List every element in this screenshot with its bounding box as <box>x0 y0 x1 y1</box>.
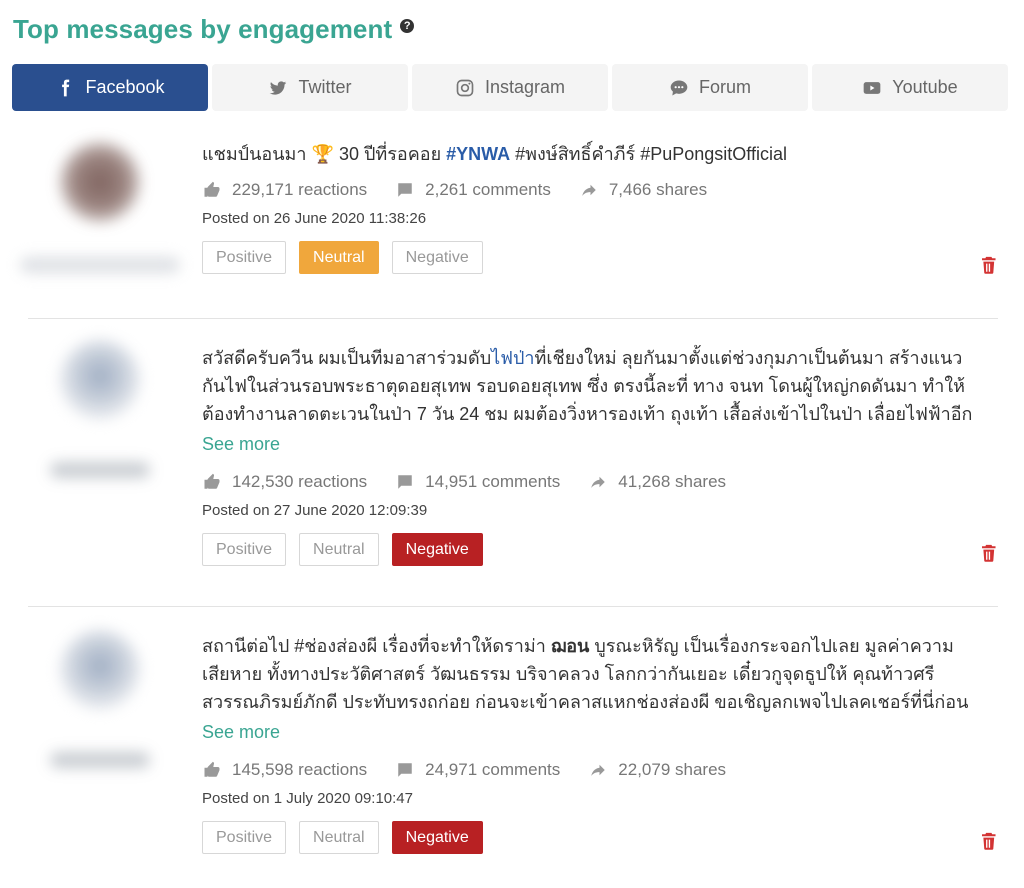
help-icon[interactable]: ? <box>400 18 415 33</box>
tab-twitter[interactable]: Twitter <box>212 64 408 111</box>
hashtag-link[interactable]: ไฟป่า <box>491 348 534 368</box>
comments-count: 2,261 comments <box>425 180 551 199</box>
share-arrow-icon <box>582 184 596 196</box>
author-avatar[interactable] <box>40 340 160 478</box>
sentiment-buttons: Positive Neutral Negative <box>202 533 1012 566</box>
post-content: สถานีต่อไป #ช่องส่องผี เรื่องที่จะทำให้ด… <box>202 632 1012 854</box>
posted-date: Posted on 27 June 2020 12:09:39 <box>202 502 428 519</box>
post-divider <box>28 318 998 319</box>
tab-youtube[interactable]: Youtube <box>812 64 1008 111</box>
post-text: สวัสดีครับควีน ผมเป็นทีมอาสาร่วมดับไฟป่า… <box>202 348 973 424</box>
trash-icon[interactable] <box>980 256 998 276</box>
youtube-icon <box>863 81 881 94</box>
comment-icon <box>398 183 412 197</box>
shares-count: 22,079 shares <box>618 760 727 779</box>
sentiment-buttons: Positive Neutral Negative <box>202 821 1012 854</box>
reactions-count: 229,171 reactions <box>232 180 368 199</box>
section-title: Top messages by engagement ? <box>13 14 415 45</box>
tab-instagram[interactable]: Instagram <box>412 64 608 111</box>
negative-button[interactable]: Negative <box>391 241 483 274</box>
neutral-button[interactable]: Neutral <box>299 533 379 566</box>
posted-date: Posted on 1 July 2020 09:10:47 <box>202 790 413 807</box>
tab-label: Instagram <box>484 77 566 97</box>
hashtag-link[interactable]: #YNWA <box>446 144 510 164</box>
engagement-stats: 142,530 reactions 14,951 comments 41,268… <box>202 472 1012 492</box>
see-more-link[interactable]: See more <box>202 718 1012 746</box>
platform-tabs: Facebook Twitter Instagram Forum Youtube <box>12 64 1008 111</box>
facebook-icon <box>62 79 70 96</box>
comment-icon <box>398 475 412 489</box>
positive-button[interactable]: Positive <box>202 821 287 854</box>
trash-icon[interactable] <box>980 832 998 852</box>
section-title-text: Top messages by engagement <box>13 14 393 44</box>
post-content: สวัสดีครับควีน ผมเป็นทีมอาสาร่วมดับไฟป่า… <box>202 344 1012 566</box>
comments-count: 24,971 comments <box>425 760 561 779</box>
engagement-stats: 229,171 reactions 2,261 comments 7,466 s… <box>202 180 1012 200</box>
thumbs-up-icon <box>204 181 220 197</box>
neutral-button[interactable]: Neutral <box>299 241 379 274</box>
post-text: สถานีต่อไป #ช่องส่องผี เรื่องที่จะทำให้ด… <box>202 636 969 712</box>
tab-facebook[interactable]: Facebook <box>12 64 208 111</box>
negative-button[interactable]: Negative <box>391 533 483 566</box>
positive-button[interactable]: Positive <box>202 533 287 566</box>
positive-button[interactable]: Positive <box>202 241 287 274</box>
tab-forum[interactable]: Forum <box>612 64 808 111</box>
tab-label: Facebook <box>85 77 165 97</box>
reactions-count: 142,530 reactions <box>232 472 368 491</box>
shares-count: 7,466 shares <box>608 180 708 199</box>
post-divider <box>28 606 998 607</box>
post-text: แชมป์นอนมา 🏆 30 ปีที่รอคอย #YNWA #พงษ์สิ… <box>202 144 787 164</box>
sentiment-buttons: Positive Neutral Negative <box>202 241 1012 274</box>
trophy-emoji: 🏆 <box>311 144 334 164</box>
posted-date: Posted on 26 June 2020 11:38:26 <box>202 210 427 227</box>
comment-icon <box>398 763 412 777</box>
thumbs-up-icon <box>204 473 220 489</box>
tab-label: Twitter <box>298 77 352 97</box>
chat-bubble-icon <box>670 80 688 95</box>
tab-label: Forum <box>698 77 751 97</box>
shares-count: 41,268 shares <box>618 472 727 491</box>
neutral-button[interactable]: Neutral <box>299 821 379 854</box>
twitter-icon <box>270 80 287 95</box>
share-arrow-icon <box>591 764 606 776</box>
author-avatar[interactable] <box>40 630 160 768</box>
tab-label: Youtube <box>892 77 958 97</box>
reactions-count: 145,598 reactions <box>232 760 368 779</box>
thumbs-up-icon <box>204 761 220 777</box>
share-arrow-icon <box>591 476 606 488</box>
author-avatar[interactable] <box>20 142 180 273</box>
trash-icon[interactable] <box>980 544 998 564</box>
negative-button[interactable]: Negative <box>391 821 483 854</box>
engagement-stats: 145,598 reactions 24,971 comments 22,079… <box>202 760 1012 780</box>
comments-count: 14,951 comments <box>425 472 561 491</box>
post-content: แชมป์นอนมา 🏆 30 ปีที่รอคอย #YNWA #พงษ์สิ… <box>202 140 1012 274</box>
see-more-link[interactable]: See more <box>202 430 1012 458</box>
instagram-icon <box>456 79 474 96</box>
